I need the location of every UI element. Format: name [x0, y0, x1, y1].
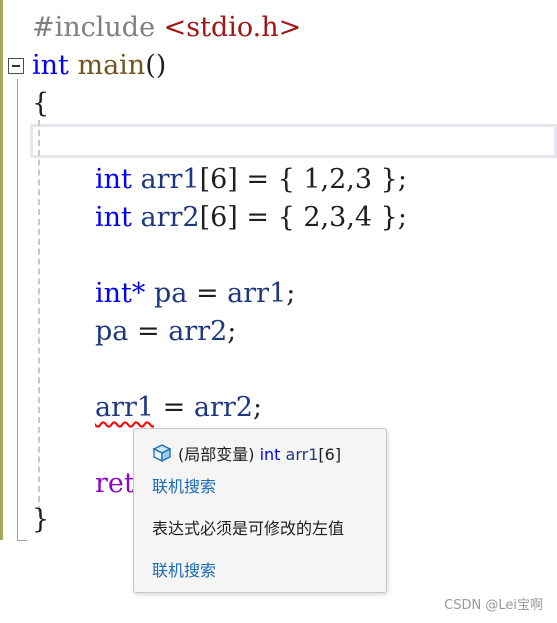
open-brace: { [32, 88, 50, 119]
code-line-8[interactable]: int* pa = arr1; [95, 276, 295, 312]
variable: arr2 [193, 392, 253, 423]
code-line-9[interactable]: pa = arr2; [95, 314, 236, 350]
code-line-2[interactable]: int main() [32, 48, 166, 84]
punctuation: ; [286, 278, 296, 309]
variable: arr1 [140, 164, 200, 195]
error-variable[interactable]: arr1 [95, 392, 154, 423]
type-keyword: int [259, 445, 281, 464]
collapse-toggle[interactable] [8, 58, 24, 74]
punctuation: () [145, 50, 167, 81]
error-message: 表达式必须是可修改的左值 [152, 519, 345, 538]
variable: arr2 [168, 316, 228, 347]
code-line-1[interactable]: #include <stdio.h> [32, 10, 301, 46]
code-line-5[interactable]: int arr1[6] = { 1,2,3 }; [95, 162, 407, 198]
change-tracking-bar [0, 0, 3, 540]
code-line-11[interactable]: arr1 = arr2; [95, 390, 262, 426]
variable: arr1 [227, 278, 287, 309]
variable: arr2 [140, 202, 200, 233]
keyword: int [95, 202, 132, 233]
punctuation: = [187, 278, 228, 309]
variable-name: arr1 [285, 445, 319, 464]
array-dims: [6] [318, 445, 342, 464]
scope-label: (局部变量) [178, 445, 255, 464]
punctuation: ; [252, 392, 263, 423]
punctuation: = [128, 316, 169, 347]
indent-guide [38, 120, 40, 512]
punctuation: ; [227, 316, 237, 347]
declaration-info: (局部变量) int arr1[6] [152, 441, 341, 465]
variable: pa [153, 278, 188, 309]
include-file: <stdio.h> [163, 12, 302, 43]
keyword: int [95, 164, 132, 195]
code-line-6[interactable]: int arr2[6] = { 2,3,4 }; [95, 200, 407, 236]
punctuation: [6] = { 1,2,3 }; [199, 164, 407, 195]
close-brace: } [32, 504, 50, 535]
search-online-link[interactable]: 联机搜索 [152, 473, 216, 497]
quick-info-tooltip: (局部变量) int arr1[6] 联机搜索 表达式必须是可修改的左值 联机搜… [133, 428, 387, 593]
local-variable-icon [152, 444, 172, 463]
punctuation: = [154, 392, 194, 423]
code-line-3[interactable]: { [32, 86, 49, 122]
outline-line-end [17, 540, 27, 541]
keyword: int* [95, 278, 146, 309]
current-line-highlight [30, 124, 557, 158]
variable: pa [95, 316, 129, 347]
outline-line [17, 79, 18, 541]
keyword: int [32, 50, 69, 81]
function-name: main [77, 50, 146, 81]
return-keyword: ret [95, 468, 135, 499]
code-line-13[interactable]: ret [95, 466, 135, 502]
search-online-link-error[interactable]: 联机搜索 [152, 557, 216, 581]
punctuation: [6] = { 2,3,4 }; [199, 202, 407, 233]
code-line-14[interactable]: } [32, 502, 49, 538]
code-editor[interactable]: #include <stdio.h> int main() { int arr1… [0, 0, 557, 623]
preprocessor-directive: #include [32, 12, 156, 43]
watermark: CSDN @Lei宝啊 [444, 598, 543, 613]
